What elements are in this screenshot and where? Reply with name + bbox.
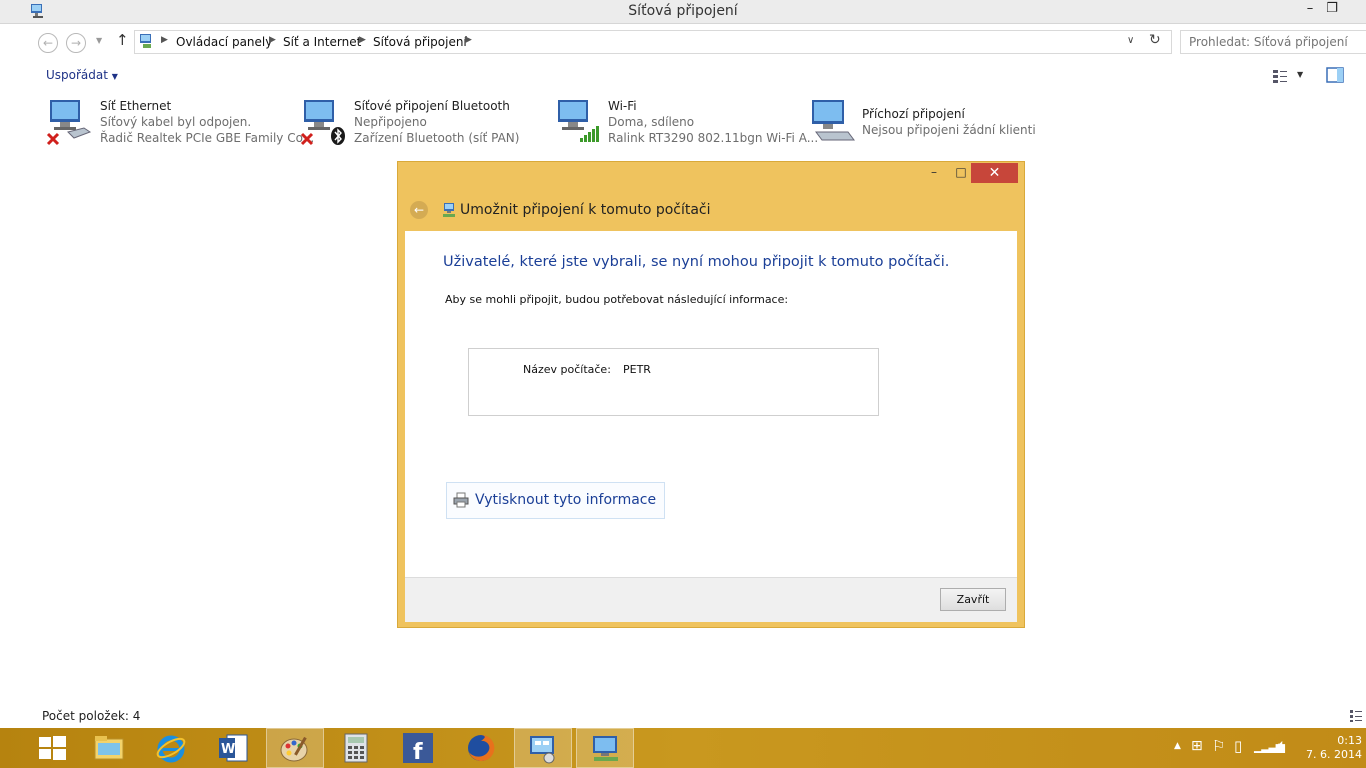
connection-status: Nejsou připojeni žádní klienti: [862, 123, 1036, 137]
network-connections-icon: [593, 736, 618, 761]
preview-pane-icon[interactable]: [1326, 67, 1344, 83]
command-bar: Uspořádat ▼ ▼: [0, 62, 1366, 90]
back-arrow-icon[interactable]: ←: [38, 33, 58, 53]
dialog-footer: Zavřít: [405, 577, 1017, 622]
paint-palette-icon: [280, 736, 308, 762]
connection-device: Ralink RT3290 802.11bgn Wi-Fi A...: [608, 131, 819, 145]
incoming-connection-icon: [812, 100, 855, 141]
firefox-icon: [468, 734, 495, 761]
forward-arrow-icon[interactable]: →: [66, 33, 86, 53]
dialog-title: Umožnit připojení k tomuto počítači: [460, 202, 711, 218]
minimize-button[interactable]: –: [1298, 1, 1322, 21]
wifi-adapter-icon: [558, 100, 599, 142]
clock[interactable]: 0:13 7. 6. 2014: [1306, 734, 1362, 762]
ethernet-adapter-icon: [46, 100, 92, 146]
facebook-icon: f: [403, 733, 433, 763]
restore-button[interactable]: ❐: [1320, 1, 1344, 21]
change-view-icon[interactable]: [1272, 68, 1288, 84]
computer-name-value: PETR: [623, 363, 651, 376]
taskbar-firefox[interactable]: [452, 728, 510, 768]
breadcrumb-control-panel[interactable]: Ovládací panely: [176, 35, 272, 49]
breadcrumb-separator-icon: ▶: [359, 35, 366, 45]
taskbar-internet-explorer[interactable]: [142, 728, 200, 768]
breadcrumb-separator-icon: ▶: [269, 35, 276, 45]
connection-name: Wi-Fi: [608, 99, 637, 113]
up-arrow-icon[interactable]: ↑: [116, 31, 129, 49]
connection-bluetooth[interactable]: Síťové připojení Bluetooth Nepřipojeno Z…: [300, 98, 550, 150]
taskbar-facebook[interactable]: f: [390, 728, 448, 768]
details-view-icon[interactable]: [1349, 709, 1363, 723]
taskbar-word[interactable]: W: [204, 728, 262, 768]
control-panel-icon: [140, 34, 151, 48]
dialog-minimize-button[interactable]: –: [924, 165, 944, 183]
search-input[interactable]: [1187, 34, 1366, 50]
windows-start-icon[interactable]: [39, 736, 66, 760]
computer-name-label: Název počítače:: [523, 363, 611, 376]
print-info-button[interactable]: Vytisknout tyto informace: [446, 482, 665, 519]
back-arrow-icon[interactable]: ←: [410, 201, 428, 219]
allow-connections-dialog: – □ ✕ ← Umožnit připojení k tomuto počít…: [397, 161, 1025, 628]
window-title: Síťová připojení: [628, 3, 738, 19]
print-info-label: Vytisknout tyto informace: [475, 492, 657, 508]
volume-icon[interactable]: 🔈︎: [1278, 737, 1286, 753]
taskbar-calculator[interactable]: [328, 728, 386, 768]
connection-name: Síťové připojení Bluetooth: [354, 99, 510, 113]
action-center-flag-icon[interactable]: ⚐: [1212, 737, 1225, 755]
breadcrumb-network-internet[interactable]: Síť a Internet: [283, 35, 361, 49]
dialog-heading: Uživatelé, které jste vybrali, se nyní m…: [443, 254, 950, 270]
dialog-close-x-button[interactable]: ✕: [971, 163, 1018, 183]
taskbar-network-connections[interactable]: [576, 728, 634, 768]
battery-icon[interactable]: ▯: [1234, 737, 1242, 755]
control-panel-icon: [530, 736, 555, 764]
connection-wifi[interactable]: Wi-Fi Doma, sdíleno Ralink RT3290 802.11…: [554, 98, 818, 150]
taskbar-paint[interactable]: [266, 728, 324, 768]
taskbar: W f ▲ ⊞ ⚐ ▯ ▁▂▃▅ 🔈︎ 0:13 7. 6. 2014: [0, 728, 1366, 768]
window-titlebar: Síťová připojení – ❐: [0, 0, 1366, 24]
taskbar-control-panel[interactable]: [514, 728, 572, 768]
taskbar-file-explorer[interactable]: [80, 728, 138, 768]
connection-device: Řadič Realtek PCIe GBE Family Co...: [100, 131, 315, 145]
chevron-down-icon: ▼: [111, 72, 118, 81]
address-dropdown-icon[interactable]: ∨: [1127, 35, 1134, 46]
connection-status: Síťový kabel byl odpojen.: [100, 115, 252, 129]
recent-locations-chevron-icon[interactable]: ▼: [96, 36, 102, 45]
word-icon: W: [219, 734, 248, 762]
show-hidden-icons-chevron-icon[interactable]: ▲: [1174, 741, 1181, 751]
svg-text:W: W: [221, 742, 235, 757]
refresh-icon[interactable]: ↻: [1149, 32, 1161, 48]
breadcrumb-network-connections[interactable]: Síťová připojení: [373, 35, 467, 49]
status-item-count: Počet položek: 4: [42, 709, 141, 723]
breadcrumb[interactable]: ▶ Ovládací panely ▶ Síť a Internet ▶ Síť…: [134, 30, 1172, 54]
computer-info-box: Název počítače: PETR: [468, 348, 879, 416]
connection-device: Zařízení Bluetooth (síť PAN): [354, 131, 520, 145]
connection-status: Nepřipojeno: [354, 115, 427, 129]
dialog-content: Uživatelé, které jste vybrali, se nyní m…: [405, 231, 1017, 577]
address-bar: ← → ▼ ↑ ▶ Ovládací panely ▶ Síť a Intern…: [0, 24, 1366, 60]
view-options-chevron-icon[interactable]: ▼: [1297, 70, 1303, 79]
internet-explorer-icon: [156, 735, 186, 763]
connection-name: Příchozí připojení: [862, 107, 965, 121]
search-box[interactable]: [1180, 30, 1366, 54]
close-button[interactable]: Zavřít: [940, 588, 1006, 611]
svg-text:f: f: [413, 740, 423, 763]
breadcrumb-separator-icon: ▶: [465, 35, 472, 45]
connection-status: Doma, sdíleno: [608, 115, 695, 129]
connection-ethernet[interactable]: Síť Ethernet Síťový kabel byl odpojen. Ř…: [46, 98, 314, 150]
clock-time: 0:13: [1337, 734, 1362, 747]
connection-incoming[interactable]: Příchozí připojení Nejsou připojeni žádn…: [808, 98, 1058, 150]
clock-date: 7. 6. 2014: [1306, 748, 1362, 761]
input-language-icon[interactable]: ⊞: [1191, 738, 1203, 754]
network-icon: [443, 203, 455, 217]
organize-button[interactable]: Uspořádat ▼: [46, 68, 118, 82]
folder-icon: [94, 736, 124, 760]
system-tray: ▲ ⊞ ⚐ ▯ ▁▂▃▅ 🔈︎ 0:13 7. 6. 2014: [1166, 728, 1366, 768]
dialog-description: Aby se mohli připojit, budou potřebovat …: [445, 293, 789, 306]
calculator-icon: [344, 733, 368, 763]
organize-label: Uspořádat: [46, 68, 108, 82]
printer-icon: [453, 492, 469, 508]
bluetooth-adapter-icon: [300, 100, 345, 146]
dialog-maximize-button[interactable]: □: [951, 165, 971, 183]
breadcrumb-separator-icon: ▶: [161, 35, 168, 45]
connection-name: Síť Ethernet: [100, 99, 172, 113]
